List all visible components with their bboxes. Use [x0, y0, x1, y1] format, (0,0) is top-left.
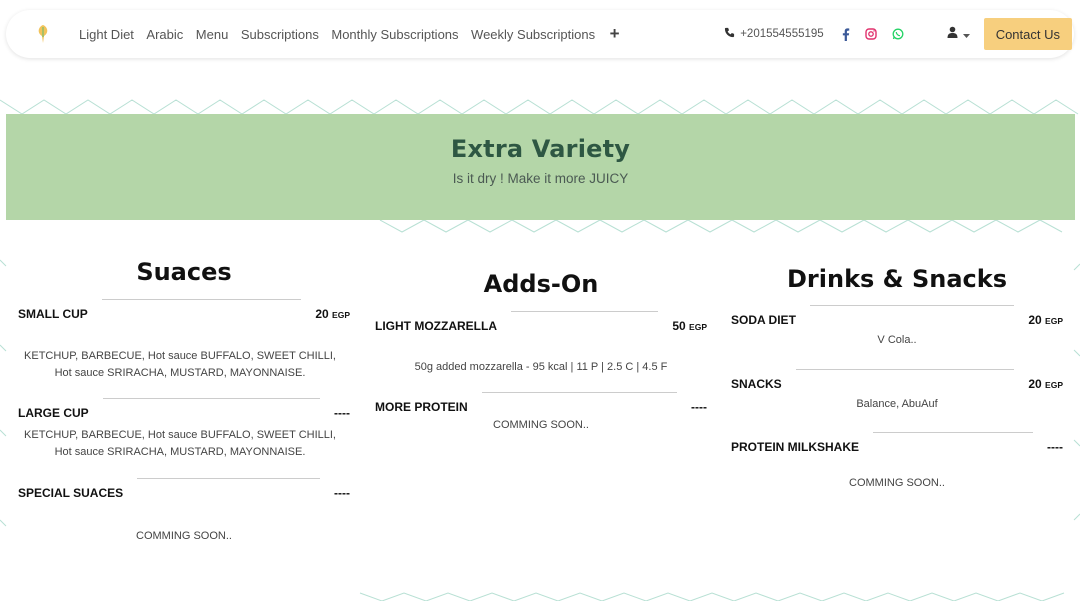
facebook-icon[interactable]: [842, 27, 850, 41]
item-price: ----: [691, 400, 707, 414]
whatsapp-icon[interactable]: [892, 28, 904, 40]
item-description: KETCHUP, BARBECUE, Hot sauce BUFFALO, SW…: [24, 429, 336, 458]
section-drinks-snacks: Drinks & Snacks SODA DIET 20 EGP V Cola.…: [731, 265, 1063, 505]
nav-links: Light Diet Arabic Menu Subscriptions Mon…: [79, 24, 620, 44]
contact-us-button[interactable]: Contact Us: [983, 18, 1072, 50]
hero-banner: Extra Variety Is it dry ! Make it more J…: [6, 114, 1075, 220]
instagram-icon[interactable]: [864, 28, 877, 40]
user-menu-dropdown[interactable]: [947, 25, 970, 43]
social-links: [842, 27, 919, 41]
item-name: LARGE CUP: [18, 406, 89, 420]
item-name: PROTEIN MILKSHAKE: [731, 440, 860, 454]
item-price: ----: [1047, 440, 1063, 454]
item-name: SPECIAL SUACES: [18, 486, 124, 500]
item-price: 20 EGP: [1028, 313, 1063, 327]
menu-item: SMALL CUP 20 EGP KETCHUP, BARBECUE, Hot …: [18, 299, 350, 379]
item-price: 50 EGP: [672, 319, 707, 333]
nav-link-weekly-subscriptions[interactable]: Weekly Subscriptions: [471, 27, 595, 42]
item-description: COMMING SOON..: [493, 419, 589, 431]
section-title: Adds-On: [483, 270, 599, 298]
chevron-down-icon: [962, 25, 970, 43]
item-divider: [809, 305, 1015, 306]
item-divider: [873, 432, 1034, 433]
item-price: ----: [334, 406, 350, 420]
menu-item: LARGE CUP ---- KETCHUP, BARBECUE, Hot sa…: [18, 398, 350, 458]
phone-icon: [724, 27, 735, 41]
item-price: 20 EGP: [315, 307, 350, 321]
top-navbar: Light Diet Arabic Menu Subscriptions Mon…: [6, 10, 1074, 58]
nav-link-arabic[interactable]: Arabic: [146, 27, 183, 42]
item-description: Balance, AbuAuf: [856, 398, 938, 410]
item-price: 20 EGP: [1028, 377, 1063, 391]
section-sauces: Suaces SMALL CUP 20 EGP KETCHUP, BARBECU…: [18, 258, 350, 558]
item-name: SNACKS: [731, 377, 782, 391]
section-adds-on: Adds-On LIGHT MOZZARELLA 50 EGP 50g adde…: [375, 270, 707, 470]
menu-item: SPECIAL SUACES ---- COMMING SOON..: [18, 478, 350, 542]
menu-item: PROTEIN MILKSHAKE ---- COMMING SOON..: [731, 432, 1063, 489]
item-description: COMMING SOON..: [849, 477, 945, 489]
section-title: Drinks & Snacks: [787, 265, 1007, 293]
nav-link-subscriptions[interactable]: Subscriptions: [241, 27, 319, 42]
item-divider: [510, 311, 659, 312]
leaf-logo-icon[interactable]: [28, 19, 58, 49]
item-name: SMALL CUP: [18, 307, 88, 321]
nav-right: +201554555195 Contact Us: [724, 10, 1074, 58]
nav-link-light-diet[interactable]: Light Diet: [79, 27, 134, 42]
menu-item: SODA DIET 20 EGP V Cola..: [731, 305, 1063, 346]
item-name: LIGHT MOZZARELLA: [375, 319, 497, 333]
menu-item: LIGHT MOZZARELLA 50 EGP 50g added mozzar…: [375, 311, 707, 373]
user-icon: [947, 25, 958, 43]
nav-more-plus-icon[interactable]: +: [610, 24, 620, 44]
item-divider: [101, 299, 302, 300]
phone-number: +201554555195: [740, 28, 824, 40]
item-divider: [102, 398, 321, 399]
item-description: KETCHUP, BARBECUE, Hot sauce BUFFALO, SW…: [24, 350, 336, 379]
item-description: 50g added mozzarella - 95 kcal | 11 P | …: [414, 361, 668, 373]
menu-item: MORE PROTEIN ---- COMMING SOON..: [375, 392, 707, 431]
nav-link-monthly-subscriptions[interactable]: Monthly Subscriptions: [331, 27, 458, 42]
item-price: ----: [334, 486, 350, 500]
item-name: MORE PROTEIN: [375, 400, 468, 414]
nav-link-menu[interactable]: Menu: [196, 27, 229, 42]
menu-item: SNACKS 20 EGP Balance, AbuAuf: [731, 369, 1063, 410]
phone-link[interactable]: +201554555195: [724, 27, 824, 41]
item-divider: [137, 478, 321, 479]
item-description: COMMING SOON..: [136, 530, 232, 542]
hero-subtitle: Is it dry ! Make it more JUICY: [452, 171, 629, 186]
hero-title: Extra Variety: [450, 135, 631, 163]
item-divider: [795, 369, 1015, 370]
item-description: V Cola..: [877, 334, 917, 346]
item-name: SODA DIET: [731, 313, 796, 327]
section-title: Suaces: [136, 258, 232, 286]
item-divider: [481, 392, 678, 393]
